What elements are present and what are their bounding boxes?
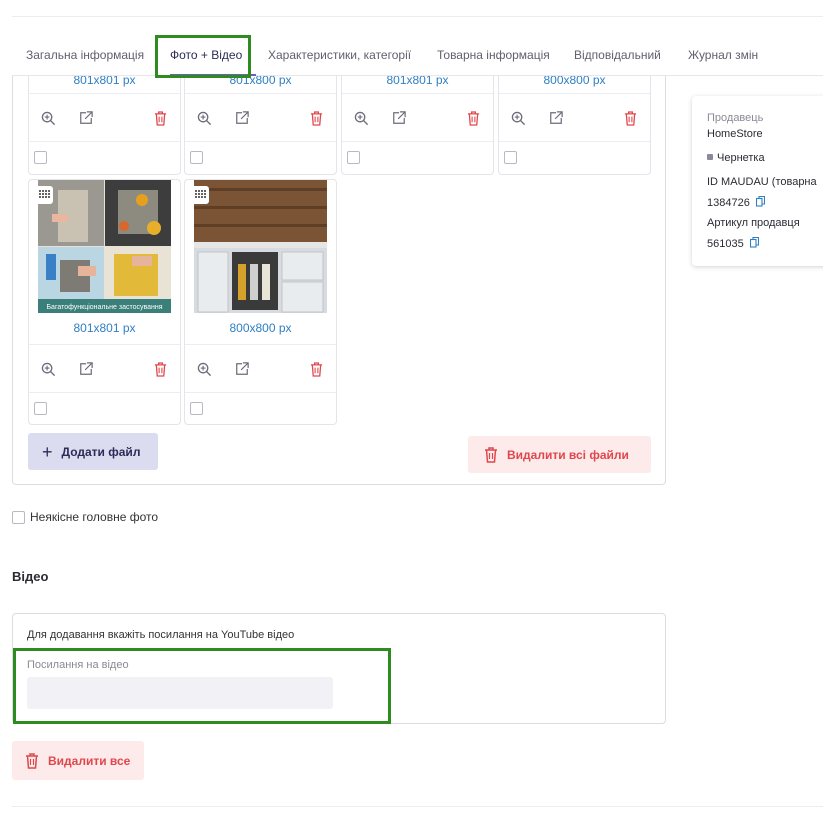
video-link-label: Посилання на відео <box>27 659 129 671</box>
image-size-label: 800x800 px <box>229 321 292 335</box>
video-hint: Для додавання вкажіть посилання на YouTu… <box>27 629 295 641</box>
top-divider <box>12 16 823 17</box>
trash-icon <box>485 446 497 463</box>
image-card: 801x801 px <box>341 76 494 175</box>
image-card: 800x800 px <box>498 76 651 175</box>
trash-icon <box>26 752 38 769</box>
select-checkbox[interactable] <box>34 402 47 415</box>
image-card: Багатофункціональне застосування 801x801… <box>28 179 181 425</box>
tab-general-info[interactable]: Загальна інформація <box>26 48 144 62</box>
image-caption: Багатофункціональне застосування <box>46 304 163 311</box>
tab-photo-video[interactable]: Фото + Відео <box>170 48 242 62</box>
video-panel: Для додавання вкажіть посилання на YouTu… <box>12 613 666 724</box>
plus-icon: + <box>42 441 53 462</box>
seller-label: Продавець <box>707 112 764 124</box>
open-external-icon[interactable] <box>233 360 251 378</box>
open-external-icon[interactable] <box>547 109 565 127</box>
status-label: Чернетка <box>717 152 765 164</box>
delete-all-button[interactable]: Видалити все <box>12 741 144 780</box>
product-image-kitchen[interactable] <box>194 180 327 313</box>
select-checkbox[interactable] <box>347 151 360 164</box>
zoom-icon[interactable] <box>195 109 213 127</box>
tab-product-info[interactable]: Товарна інформація <box>437 48 550 62</box>
drag-handle-icon[interactable] <box>191 186 209 204</box>
delete-all-files-button[interactable]: Видалити всі файли <box>468 436 651 473</box>
images-panel: 801x801 px 801x800 px 801x801 px 800x800… <box>12 76 666 485</box>
delete-all-label: Видалити все <box>48 753 131 768</box>
image-size-label: 801x801 px <box>386 76 449 87</box>
zoom-icon[interactable] <box>352 109 370 127</box>
zoom-icon[interactable] <box>39 109 57 127</box>
product-image-towel-collage[interactable]: Багатофункціональне застосування <box>38 180 171 313</box>
zoom-icon[interactable] <box>509 109 527 127</box>
drag-handle-icon[interactable] <box>35 186 53 204</box>
zoom-icon[interactable] <box>195 360 213 378</box>
trash-icon[interactable] <box>151 360 169 378</box>
image-size-label: 800x800 px <box>543 76 606 87</box>
trash-icon[interactable] <box>464 109 482 127</box>
image-card: 800x800 px <box>184 179 337 425</box>
open-external-icon[interactable] <box>77 360 95 378</box>
add-file-label: Додати файл <box>61 444 141 459</box>
product-info-card: Продавець HomeStore Чернетка ID MAUDAU (… <box>692 96 823 266</box>
maudau-id-value: 1384726 <box>707 197 750 209</box>
select-checkbox[interactable] <box>504 151 517 164</box>
maudau-id-label: ID MAUDAU (товарна <box>707 176 817 188</box>
select-checkbox[interactable] <box>34 151 47 164</box>
video-section-title: Відео <box>12 569 49 584</box>
low-quality-checkbox[interactable] <box>12 510 25 524</box>
image-size-label: 801x800 px <box>229 76 292 87</box>
copy-icon[interactable] <box>749 236 759 251</box>
trash-icon[interactable] <box>307 109 325 127</box>
low-quality-label: Неякісне головне фото <box>30 510 159 524</box>
select-checkbox[interactable] <box>190 151 203 164</box>
open-external-icon[interactable] <box>390 109 408 127</box>
image-card: 801x801 px <box>28 76 181 175</box>
seller-article-row: 561035 <box>707 236 759 251</box>
image-size-label: 801x801 px <box>73 321 136 335</box>
trash-icon[interactable] <box>621 109 639 127</box>
tab-characteristics[interactable]: Характеристики, категорії <box>268 48 411 62</box>
open-external-icon[interactable] <box>77 109 95 127</box>
seller-value: HomeStore <box>707 128 763 140</box>
bottom-divider <box>12 806 823 807</box>
delete-all-files-label: Видалити всі файли <box>507 447 629 462</box>
status-dot-icon <box>707 154 713 160</box>
tab-responsible[interactable]: Відповідальний <box>574 48 661 62</box>
status-badge: Чернетка <box>707 152 765 164</box>
select-checkbox[interactable] <box>190 402 203 415</box>
video-link-input[interactable] <box>27 677 333 709</box>
low-quality-photo-option[interactable]: Неякісне головне фото <box>12 510 158 524</box>
zoom-icon[interactable] <box>39 360 57 378</box>
trash-icon[interactable] <box>151 109 169 127</box>
trash-icon[interactable] <box>307 360 325 378</box>
image-card: 801x800 px <box>184 76 337 175</box>
tab-change-log[interactable]: Журнал змін <box>688 48 758 62</box>
add-file-button[interactable]: + Додати файл <box>28 433 158 470</box>
maudau-id-row: 1384726 <box>707 195 765 210</box>
image-size-label: 801x801 px <box>73 76 136 87</box>
open-external-icon[interactable] <box>233 109 251 127</box>
copy-icon[interactable] <box>755 195 765 210</box>
seller-article-value: 561035 <box>707 238 744 250</box>
seller-article-label: Артикул продавця <box>707 217 800 229</box>
tab-bar: Загальна інформація Фото + Відео Характе… <box>12 34 823 76</box>
